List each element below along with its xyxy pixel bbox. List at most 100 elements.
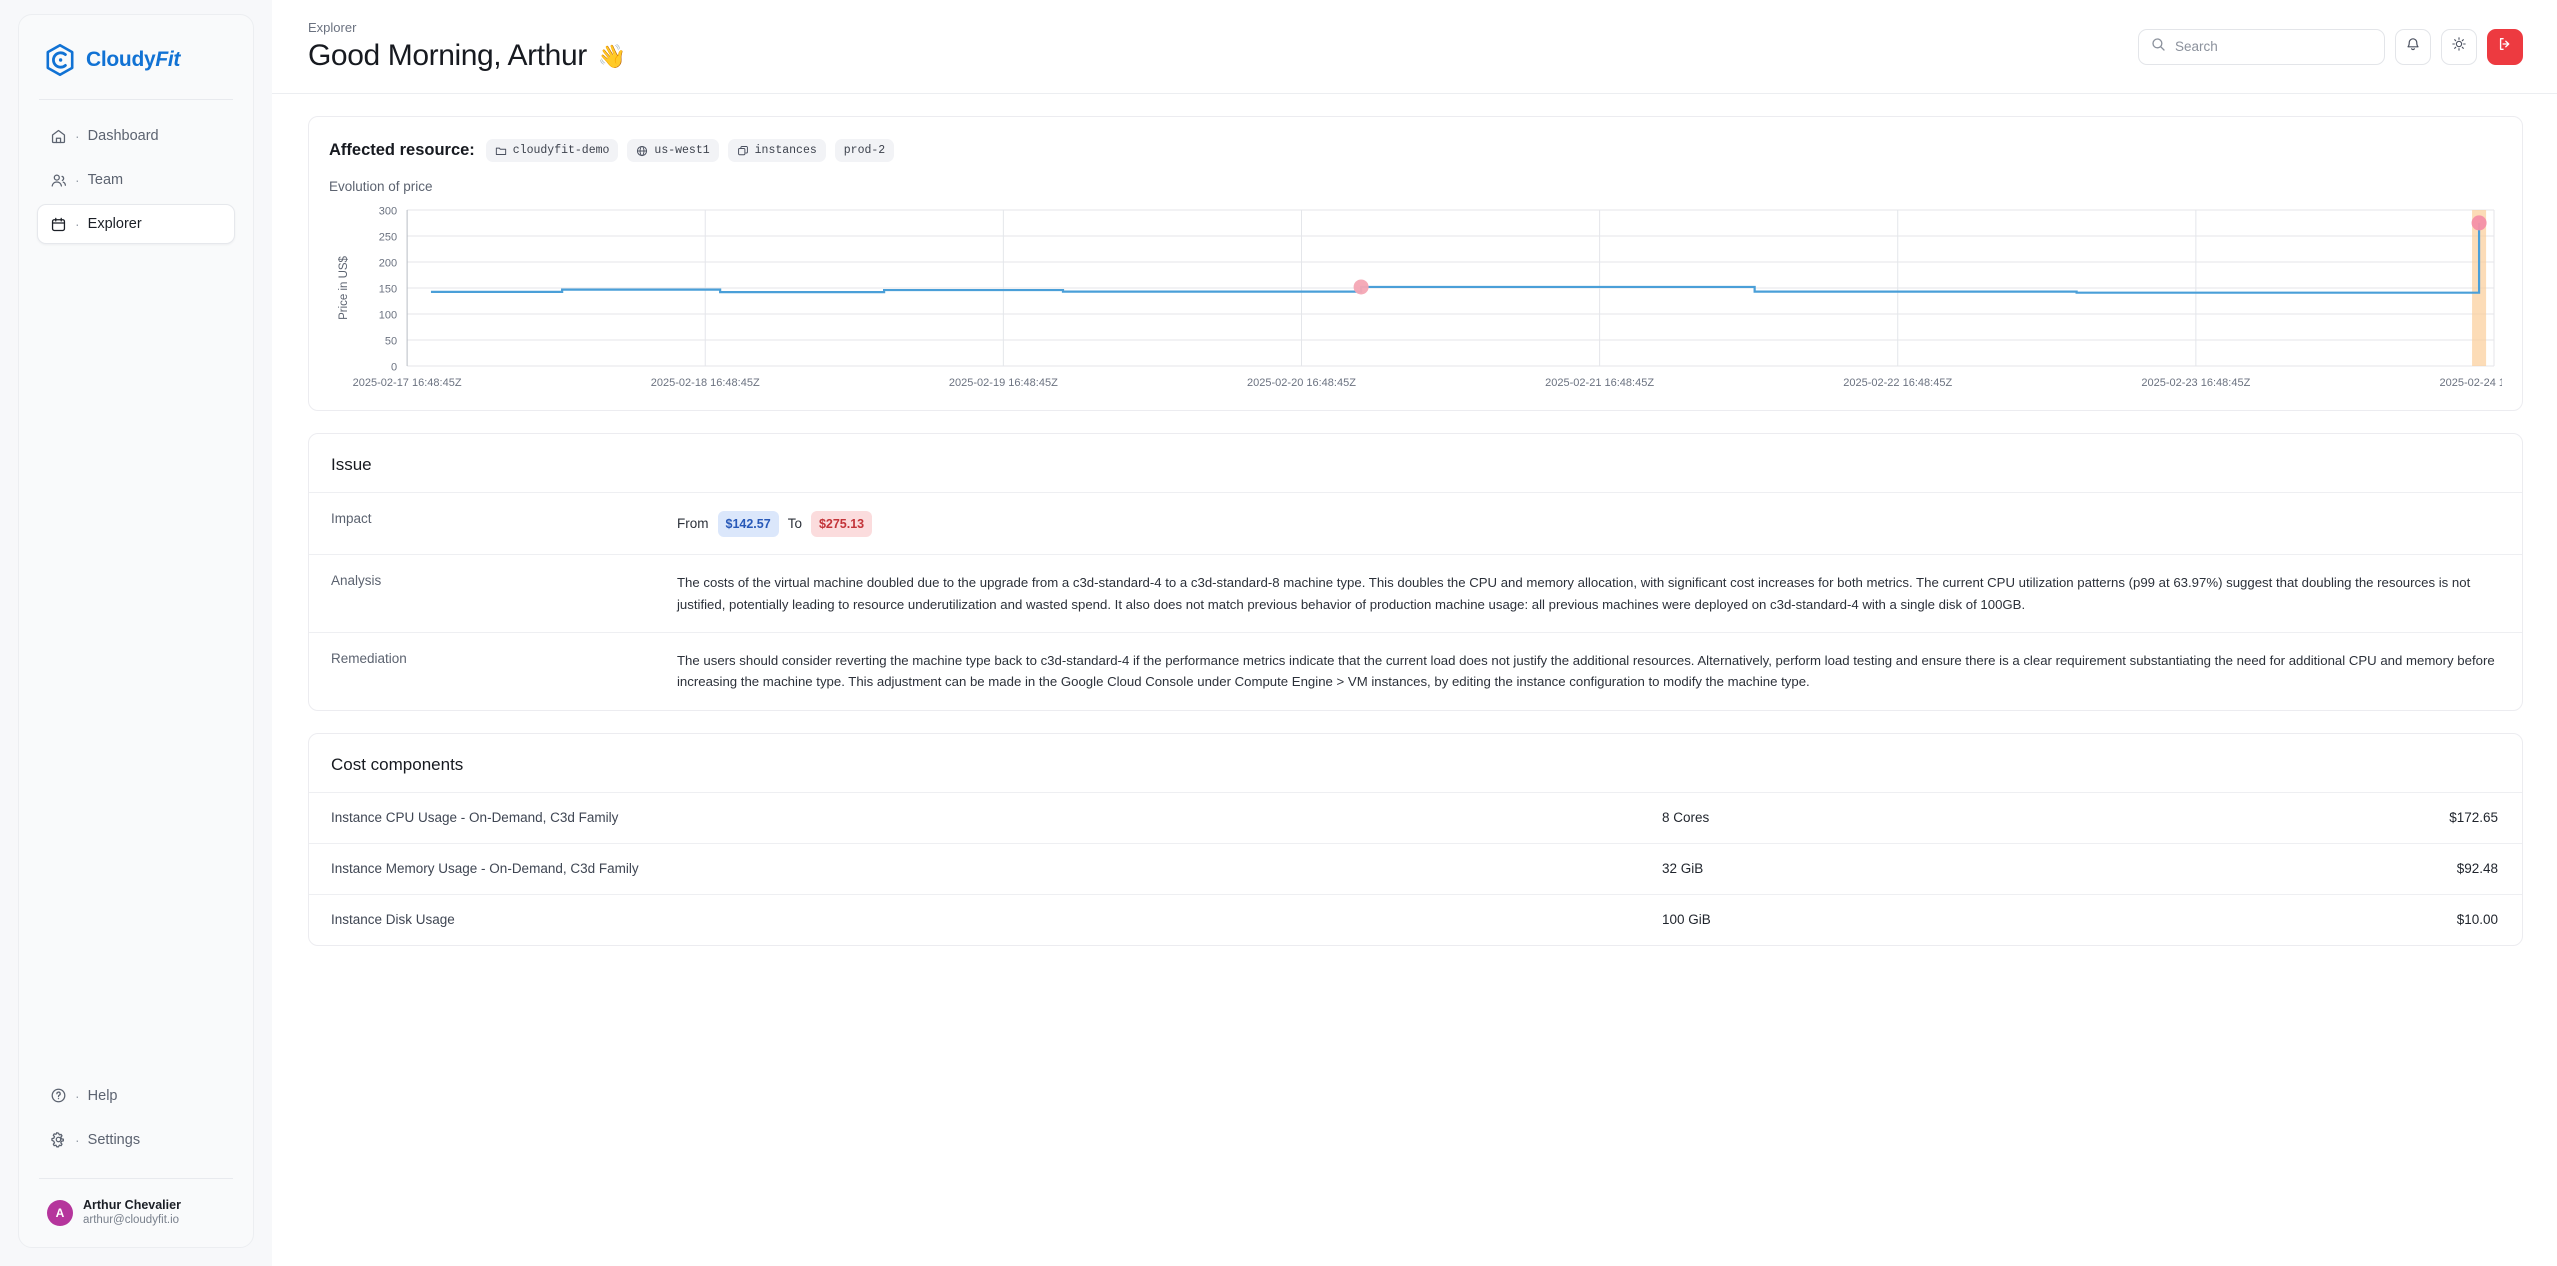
hexagon-c-logo-icon (43, 43, 77, 77)
chip-environment[interactable]: prod-2 (834, 139, 895, 162)
cost-component-amount: $92.48 (2456, 861, 2498, 877)
nav-bullet: · (75, 128, 80, 144)
affected-resource-row: Affected resource: cloudyfit-demo us-wes… (329, 139, 2502, 162)
impact-from-label: From (677, 516, 709, 532)
main-region: Explorer Good Morning, Arthur 👋 Search A… (272, 0, 2557, 1266)
brand-name: CloudyFit (86, 48, 181, 71)
sidebar-item-label: Explorer (87, 216, 142, 232)
chip-service[interactable]: instances (727, 139, 826, 162)
cost-component-amount: $10.00 (2456, 912, 2498, 928)
sidebar-panel: CloudyFit · Dashboard · Team · Explorer … (18, 14, 254, 1248)
search-input[interactable] (2175, 39, 2372, 54)
nav-bullet: · (75, 216, 80, 232)
sidebar-divider (39, 99, 233, 100)
chart-xtick-label: 2025-02-18 16:48:45Z (651, 377, 760, 389)
chart-xtick-label: 2025-02-21 16:48:45Z (1545, 377, 1654, 389)
bell-icon (2405, 36, 2421, 57)
top-bar-actions (2138, 28, 2523, 65)
chart-xtick-label: 2025-02-23 16:48:45Z (2141, 377, 2250, 389)
chart-xtick-label: 2025-02-17 16:48:45Z (353, 377, 462, 389)
analysis-text: The costs of the virtual machine doubled… (677, 575, 2471, 612)
gear-icon (50, 1131, 67, 1148)
analysis-key: Analysis (331, 573, 382, 589)
cost-component-row: Instance Disk Usage 100 GiB $10.00 (309, 893, 2522, 945)
greeting-text: Good Morning, Arthur (308, 39, 587, 72)
chart-ylabel: Price in US$ (338, 255, 350, 319)
chip-label: instances (754, 144, 817, 157)
primary-nav: · Dashboard · Team · Explorer (37, 116, 235, 244)
cost-component-quantity: 8 Cores (1662, 810, 1710, 826)
issue-card: Issue Impact From $142.57 To $275.13 Ana… (308, 433, 2523, 711)
page-heading-group: Explorer Good Morning, Arthur 👋 (308, 20, 626, 73)
cost-component-name[interactable]: Instance Disk Usage (309, 912, 1662, 927)
top-bar: Explorer Good Morning, Arthur 👋 (272, 0, 2557, 94)
chart-ytick-label: 300 (379, 206, 397, 218)
price-evolution-chart[interactable]: 0 50 100 150 200 250 300 Price in US$ 2025-02-17… (329, 204, 2502, 396)
chart-ytick-label: 50 (385, 336, 397, 348)
brand-logo[interactable]: CloudyFit (37, 37, 235, 77)
nav-bullet: · (75, 172, 80, 188)
calendar-icon (50, 216, 67, 233)
chart-xtick-label: 2025-02-24 16:48:45Z (2440, 377, 2502, 389)
users-icon (50, 172, 67, 189)
chart-svg: 0 50 100 150 200 250 300 Price in US$ 2025-02-17… (338, 206, 2502, 389)
search-icon (2151, 37, 2166, 57)
logout-icon (2497, 36, 2513, 57)
notifications-button[interactable] (2395, 28, 2431, 65)
sidebar-item-dashboard[interactable]: · Dashboard (37, 116, 235, 156)
sidebar-item-help[interactable]: · Help (37, 1076, 235, 1116)
sidebar-item-label: Team (87, 172, 124, 188)
chip-label: cloudyfit-demo (512, 144, 610, 157)
user-profile[interactable]: A Arthur Chevalier arthur@cloudyfit.io (37, 1195, 235, 1231)
chip-region[interactable]: us-west1 (627, 139, 719, 162)
logout-button[interactable] (2487, 28, 2523, 65)
impact-key: Impact (331, 511, 372, 526)
sidebar-item-settings[interactable]: · Settings (37, 1120, 235, 1160)
anomaly-marker[interactable] (2471, 215, 2487, 231)
user-name: Arthur Chevalier (83, 1197, 181, 1212)
chart-xtick-label: 2025-02-19 16:48:45Z (949, 377, 1058, 389)
theme-toggle-button[interactable] (2441, 28, 2477, 65)
breadcrumb[interactable]: Explorer (308, 20, 626, 35)
stack-icon (737, 145, 749, 157)
secondary-nav: · Help · Settings A Arthur Chevalier art… (37, 1076, 235, 1231)
sidebar-item-team[interactable]: · Team (37, 160, 235, 200)
waving-hand-icon: 👋 (597, 42, 627, 69)
chart-ytick-label: 200 (379, 258, 397, 270)
cost-component-quantity: 32 GiB (1662, 861, 1704, 877)
price-increase-marker[interactable] (1353, 279, 1369, 295)
cost-component-name[interactable]: Instance CPU Usage - On-Demand, C3d Fami… (309, 810, 1662, 825)
sidebar-item-label: Dashboard (87, 128, 159, 144)
issue-row-analysis: Analysis The costs of the virtual machin… (309, 554, 2522, 632)
nav-bullet: · (75, 1131, 80, 1148)
sidebar-item-label: Settings (87, 1131, 141, 1148)
remediation-key: Remediation (331, 651, 407, 666)
sidebar-item-label: Help (87, 1087, 118, 1104)
globe-icon (636, 145, 648, 157)
cost-component-name[interactable]: Instance Memory Usage - On-Demand, C3d F… (309, 861, 1662, 876)
home-icon (50, 128, 67, 145)
cost-component-amount: $172.65 (2449, 810, 2498, 826)
chart-price-line (430, 222, 2481, 294)
sidebar: CloudyFit · Dashboard · Team · Explorer … (0, 0, 272, 1266)
folder-icon (495, 145, 507, 157)
chart-xtick-label: 2025-02-22 16:48:45Z (1843, 377, 1952, 389)
page-title: Good Morning, Arthur 👋 (308, 39, 626, 73)
chart-xtick-label: 2025-02-20 16:48:45Z (1247, 377, 1356, 389)
remediation-text: The users should consider reverting the … (677, 653, 2495, 690)
chart-ytick-label: 100 (379, 310, 397, 322)
chart-ytick-label: 150 (379, 284, 397, 296)
impact-to-value: $275.13 (810, 511, 873, 538)
chart-ytick-label: 0 (391, 362, 397, 374)
chip-project[interactable]: cloudyfit-demo (485, 139, 619, 162)
cost-components-card: Cost components Instance CPU Usage - On-… (308, 732, 2523, 946)
question-circle-icon (50, 1087, 67, 1104)
search-box[interactable] (2138, 28, 2385, 65)
content-area: Affected resource: cloudyfit-demo us-wes… (272, 94, 2557, 1266)
issue-row-impact: Impact From $142.57 To $275.13 (309, 492, 2522, 554)
sidebar-item-explorer[interactable]: · Explorer (37, 204, 235, 244)
impact-range: From $142.57 To $275.13 (677, 510, 2496, 538)
chip-label: prod-2 (843, 144, 886, 157)
chart-ytick-label: 250 (379, 232, 397, 244)
